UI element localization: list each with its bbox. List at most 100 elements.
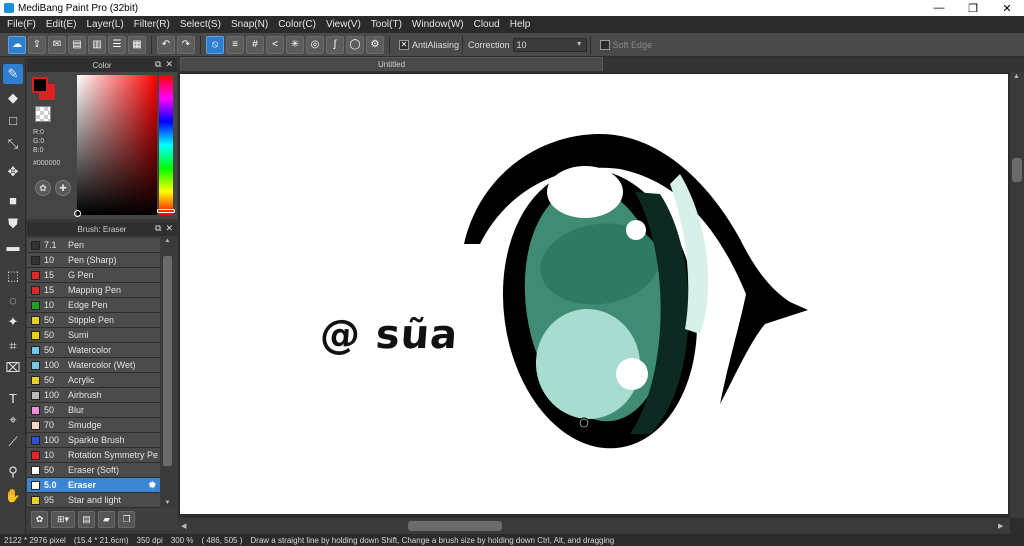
brush-list-item[interactable]: 50 Blur	[27, 403, 160, 418]
close-button[interactable]: ✕	[990, 0, 1024, 16]
brush-list-item[interactable]: 50 Stipple Pen	[27, 313, 160, 328]
foreground-color-swatch[interactable]	[32, 77, 48, 93]
brush-list-item[interactable]: 50 Sumi	[27, 328, 160, 343]
share-icon[interactable]: ⇪	[28, 35, 46, 54]
brush-list-item[interactable]: 7.1 Pen	[27, 238, 160, 253]
brush-list-item[interactable]: 15 G Pen	[27, 268, 160, 283]
add-brush-icon[interactable]: ⊞▾	[51, 510, 75, 528]
transparent-color-swatch[interactable]	[35, 106, 51, 122]
correction-select[interactable]: 10 ▼	[512, 37, 587, 52]
brush-list-item[interactable]: 15 Mapping Pen	[27, 283, 160, 298]
brush-list-item[interactable]: 50 Acrylic	[27, 373, 160, 388]
menu-color[interactable]: Color(C)	[273, 19, 321, 30]
move-tool-icon[interactable]: ✥	[3, 162, 23, 182]
eyedropper-tool-icon[interactable]: ⚲	[3, 462, 23, 482]
grid-icon[interactable]: ▦	[128, 35, 146, 54]
canvas-vertical-scrollbar[interactable]: ▲	[1010, 72, 1024, 518]
brush-list-item[interactable]: 100 Airbrush	[27, 388, 160, 403]
redo-icon[interactable]: ↷	[177, 35, 195, 54]
brush-list-item[interactable]: 100 Sparkle Brush	[27, 433, 160, 448]
close-icon[interactable]: ✕	[165, 223, 173, 234]
brush-list-scrollbar[interactable]: ▲ ▼	[162, 236, 173, 508]
document-icon[interactable]: ▥	[88, 35, 106, 54]
divide-tool-icon[interactable]: ⟋	[3, 432, 23, 452]
brush-list-item[interactable]: 5.0 Eraser ✹	[27, 478, 160, 493]
hue-slider[interactable]	[159, 75, 173, 215]
menu-tool[interactable]: Tool(T)	[366, 19, 407, 30]
menu-snap[interactable]: Snap(N)	[226, 19, 273, 30]
scroll-up-icon[interactable]: ▲	[162, 236, 173, 246]
sv-marker[interactable]	[74, 210, 81, 217]
palette-add-icon[interactable]: ✚	[55, 180, 71, 196]
canvas-vertical-scroll-thumb[interactable]	[1012, 158, 1022, 182]
scroll-right-icon[interactable]: ▶	[998, 522, 1003, 530]
minimize-button[interactable]: —	[922, 0, 956, 16]
brush-document-icon[interactable]: ▤	[78, 510, 95, 528]
select-tool-icon[interactable]: ⬚	[3, 266, 23, 286]
menu-window[interactable]: Window(W)	[407, 19, 469, 30]
maximize-button[interactable]: ❐	[956, 0, 990, 16]
snap-vanishing-icon[interactable]: <	[266, 35, 284, 54]
gradient-tool-icon[interactable]: ▬	[3, 236, 23, 256]
undo-icon[interactable]: ↶	[157, 35, 175, 54]
document-tab[interactable]: Untitled	[180, 57, 603, 71]
menu-cloud[interactable]: Cloud	[469, 19, 505, 30]
palette-icon[interactable]: ✿	[35, 180, 51, 196]
hand-tool-icon[interactable]: ✋	[3, 486, 23, 506]
menu-help[interactable]: Help	[505, 19, 536, 30]
hue-marker[interactable]	[157, 209, 175, 213]
scroll-up-icon[interactable]: ▲	[1013, 73, 1020, 80]
saturation-value-picker[interactable]	[77, 75, 157, 215]
cloud-icon[interactable]: ☁	[8, 35, 26, 54]
brush-list-item[interactable]: 95 Star and light	[27, 493, 160, 508]
brush-tool-icon[interactable]: ✎	[3, 64, 23, 84]
pen-stroke-tool-icon[interactable]: ⤡	[3, 134, 23, 154]
eraser-tool-icon[interactable]: ◆	[3, 88, 23, 108]
brush-list-item[interactable]: 10 Rotation Symmetry Pe	[27, 448, 160, 463]
canvas-horizontal-scrollbar[interactable]: ◀ ▶	[178, 518, 1010, 534]
popout-icon[interactable]: ⧉	[155, 223, 161, 234]
brush-list-item[interactable]: 50 Eraser (Soft)	[27, 463, 160, 478]
menu-edit[interactable]: Edit(E)	[41, 19, 82, 30]
menu-filter[interactable]: Filter(R)	[129, 19, 175, 30]
fill-rect-tool-icon[interactable]: ■	[3, 190, 23, 210]
bucket-tool-icon[interactable]: ⛊	[3, 214, 23, 234]
speech-bubble-icon[interactable]: ▤	[68, 35, 86, 54]
snap-curve-icon[interactable]: ʃ	[326, 35, 344, 54]
brush-list-scroll-thumb[interactable]	[163, 256, 172, 466]
snap-cross-icon[interactable]: #	[246, 35, 264, 54]
soft-edge-checkbox[interactable]	[599, 39, 610, 50]
magic-wand-tool-icon[interactable]: ✦	[3, 312, 23, 332]
brush-list-item[interactable]: 50 Watercolor	[27, 343, 160, 358]
snap-parallel-icon[interactable]: ≡	[226, 35, 244, 54]
snap-ellipse-icon[interactable]: ◯	[346, 35, 364, 54]
brush-settings-gear-icon[interactable]: ✹	[148, 480, 156, 491]
brush-settings-icon[interactable]: ✿	[31, 510, 48, 528]
menu-select[interactable]: Select(S)	[175, 19, 226, 30]
brush-list-item[interactable]: 10 Edge Pen	[27, 298, 160, 313]
dot-tool-icon[interactable]: □	[3, 110, 23, 130]
menu-view[interactable]: View(V)	[321, 19, 366, 30]
antialiasing-checkbox[interactable]: ✕	[399, 39, 409, 50]
close-icon[interactable]: ✕	[165, 59, 173, 70]
snap-circle-icon[interactable]: ◎	[306, 35, 324, 54]
brush-list-item[interactable]: 100 Watercolor (Wet)	[27, 358, 160, 373]
snap-off-icon[interactable]: ⦸	[206, 35, 224, 54]
snap-settings-icon[interactable]: ⚙	[366, 35, 384, 54]
popout-icon[interactable]: ⧉	[155, 59, 161, 70]
lasso-tool-icon[interactable]: ◌	[3, 290, 23, 310]
scroll-left-icon[interactable]: ◀	[181, 522, 186, 530]
canvas-horizontal-scroll-thumb[interactable]	[408, 521, 502, 531]
text-tool-icon[interactable]: T	[3, 388, 23, 408]
comment-icon[interactable]: ✉	[48, 35, 66, 54]
scroll-down-icon[interactable]: ▼	[162, 498, 173, 508]
menu-layer[interactable]: Layer(L)	[81, 19, 128, 30]
list-icon[interactable]: ☰	[108, 35, 126, 54]
brush-duplicate-icon[interactable]: ❐	[118, 510, 135, 528]
brush-folder-icon[interactable]: ▰	[98, 510, 115, 528]
select-eraser-tool-icon[interactable]: ⌧	[3, 358, 23, 378]
brush-list-item[interactable]: 10 Pen (Sharp)	[27, 253, 160, 268]
drawing-canvas[interactable]: @ sũa	[180, 74, 1008, 514]
menu-file[interactable]: File(F)	[2, 19, 41, 30]
operation-tool-icon[interactable]: ⌖	[3, 410, 23, 430]
